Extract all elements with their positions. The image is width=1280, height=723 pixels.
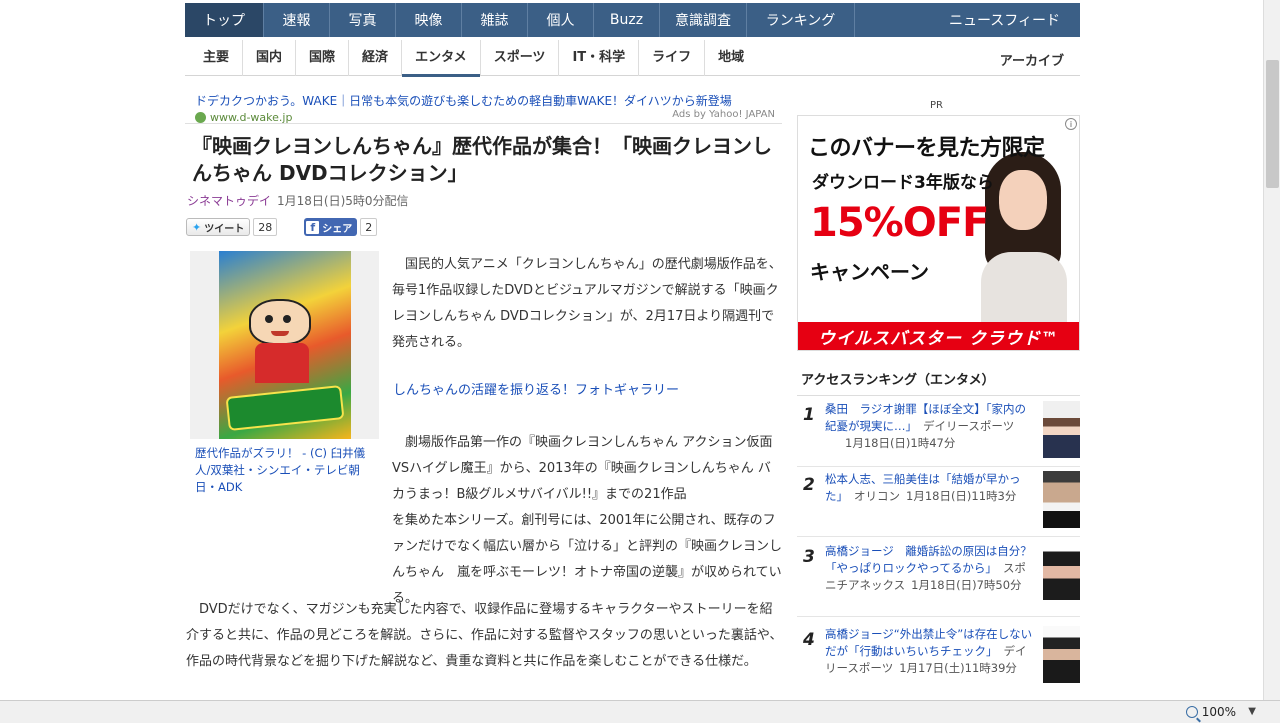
ranking-date: 1月18日(日)7時50分 xyxy=(911,578,1022,592)
gnav-photo[interactable]: 写真 xyxy=(330,3,396,37)
gnav-buzz[interactable]: Buzz xyxy=(594,3,660,37)
article-meta: シネマトゥデイ 1月18日(日)5時0分配信 xyxy=(187,192,409,209)
ranking-text: 松本人志、三船美佳は「結婚が早かった」 オリコン 1月18日(日)11時3分 xyxy=(825,471,1037,505)
sub-nav: 主要 国内 国際 経済 エンタメ スポーツ IT・科学 ライフ 地域 アーカイブ xyxy=(185,39,1080,77)
scrollbar-thumb[interactable] xyxy=(1266,60,1279,188)
ranking-item[interactable]: 4 高橋ジョージ“外出禁止令”は存在しない だが「行動はいちいちチェック」 デイリ… xyxy=(797,622,1080,694)
facebook-share-button[interactable]: f シェア xyxy=(304,218,358,236)
browser-status-bar: 100% ▼ xyxy=(0,700,1280,723)
article-title: 『映画クレヨンしんちゃん』歴代作品が集合！「映画クレヨンしんちゃん DVDコレク… xyxy=(192,134,772,185)
ranking-item[interactable]: 2 松本人志、三船美佳は「結婚が早かった」 オリコン 1月18日(日)11時3分 xyxy=(797,467,1080,537)
banner-ad[interactable]: i このバナーを見た方限定 ダウンロード3年版なら 15%OFF キャンペーン … xyxy=(797,115,1080,351)
article-photo[interactable] xyxy=(190,251,379,439)
magnifier-icon xyxy=(1185,706,1198,718)
snav-life[interactable]: ライフ xyxy=(639,39,706,76)
zoom-level: 100% xyxy=(1201,705,1236,719)
movie-poster-image xyxy=(218,251,351,439)
ranking-item[interactable]: 1 桑田 ラジオ謝罪【ほぼ全文】「家内の紀憂が現実に…」 デイリースポーツ 1月18… xyxy=(797,397,1080,467)
tweet-button[interactable]: ✦ ツイート xyxy=(186,218,251,236)
gnav-magazine[interactable]: 雑誌 xyxy=(462,3,528,37)
ad-link[interactable]: ドデカクつかおう。WAKE｜日常も本気の遊びも楽しむための軽自動車WAKE！ダイ… xyxy=(195,92,775,109)
gnav-survey[interactable]: 意識調査 xyxy=(660,3,747,37)
poster-character-shirt xyxy=(254,343,309,383)
ranking-date: 1月18日(日)11時3分 xyxy=(906,489,1017,503)
facebook-icon: f xyxy=(306,220,320,234)
ranking-source: デイリースポーツ xyxy=(923,419,1015,433)
ranking-title-link[interactable]: 高橋ジョージ 離婚訴訟の原因は自分？「やっぱりロックやってるから」 xyxy=(825,544,1032,575)
article-paragraph-1: 国民的人気アニメ「クレヨンしんちゃん」の歴代劇場版作品を、毎号1作品収録したDV… xyxy=(392,257,782,350)
ranking-thumbnail[interactable] xyxy=(1043,626,1080,683)
share-label: シェア xyxy=(322,223,353,235)
snav-domestic[interactable]: 国内 xyxy=(243,39,297,76)
globe-icon xyxy=(195,112,206,123)
banner-discount: 15%OFF xyxy=(810,200,989,246)
archive-link[interactable]: アーカイブ xyxy=(1000,50,1064,69)
rank-number: 3 xyxy=(803,547,815,567)
ranking-source: オリコン xyxy=(854,489,900,503)
tweet-count: 28 xyxy=(253,218,278,236)
banner-model-body xyxy=(981,252,1067,322)
gnav-ranking[interactable]: ランキング xyxy=(747,3,855,37)
ranking-item[interactable]: 3 高橋ジョージ 離婚訴訟の原因は自分？「やっぱりロックやってるから」 スポニチア… xyxy=(797,539,1080,617)
chevron-down-icon[interactable]: ▼ xyxy=(1248,706,1256,717)
banner-line-2: ダウンロード3年版なら xyxy=(812,173,994,193)
article-paragraph-3: DVDだけでなく、マガジンも充実した内容で、収録作品に登場するキャラクターやスト… xyxy=(186,602,783,669)
banner-model-face xyxy=(999,170,1047,230)
tweet-label: ツイート xyxy=(204,223,245,235)
poster-title-logo xyxy=(225,385,344,431)
ranking-thumbnail[interactable] xyxy=(1043,543,1080,600)
snav-entertainment[interactable]: エンタメ xyxy=(402,39,481,77)
banner-campaign: キャンペーン xyxy=(810,260,929,284)
ranking-text: 高橋ジョージ“外出禁止令”は存在しない だが「行動はいちいちチェック」 デイリース… xyxy=(825,626,1044,677)
snav-main[interactable]: 主要 xyxy=(185,39,244,76)
ranking-thumbnail[interactable] xyxy=(1043,401,1080,458)
snav-sports[interactable]: スポーツ xyxy=(481,39,560,76)
pr-label: PR xyxy=(930,100,943,111)
ranking-text: 桑田 ラジオ謝罪【ほぼ全文】「家内の紀憂が現実に…」 デイリースポーツ 1月18日(… xyxy=(825,401,1037,452)
ad-label[interactable]: Ads by Yahoo! JAPAN xyxy=(672,109,775,120)
ranking-date: 1月17日(土)11時39分 xyxy=(899,661,1017,675)
gnav-top[interactable]: トップ xyxy=(185,3,264,37)
gnav-individual[interactable]: 個人 xyxy=(528,3,594,37)
photo-caption-link[interactable]: 歴代作品がズラリ！ - (C) 臼井儀人/双葉社・シンエイ・テレビ朝日・ADK xyxy=(195,445,375,496)
snav-international[interactable]: 国際 xyxy=(296,39,350,76)
ranking-date: 1月18日(日)1時47分 xyxy=(845,436,956,450)
rank-number: 2 xyxy=(803,475,815,495)
article-source-link[interactable]: シネマトゥデイ xyxy=(187,194,271,208)
banner-footer: ウイルスバスター クラウド™ xyxy=(798,322,1079,350)
snav-it-science[interactable]: IT・科学 xyxy=(559,39,640,76)
gnav-video[interactable]: 映像 xyxy=(396,3,462,37)
twitter-bird-icon: ✦ xyxy=(192,220,202,234)
photo-gallery-link[interactable]: しんちゃんの活躍を振り返る！フォトギャラリー xyxy=(393,379,679,398)
ranking-text: 高橋ジョージ 離婚訴訟の原因は自分？「やっぱりロックやってるから」 スポニチアネッ… xyxy=(825,543,1037,594)
gnav-breaking[interactable]: 速報 xyxy=(264,3,330,37)
global-nav: トップ 速報 写真 映像 雑誌 個人 Buzz 意識調査 ランキング ニュースフ… xyxy=(185,3,1080,37)
social-buttons: ✦ ツイート 28 f シェア 2 xyxy=(186,218,378,236)
text-ad: ドデカクつかおう。WAKE｜日常も本気の遊びも楽しむための軽自動車WAKE！ダイ… xyxy=(195,92,775,124)
banner-line-1: このバナーを見た方限定 xyxy=(808,136,1045,161)
gnav-newsfeed[interactable]: ニュースフィード xyxy=(929,3,1080,37)
rank-number: 4 xyxy=(803,630,815,650)
rank-number: 1 xyxy=(803,405,815,425)
share-count: 2 xyxy=(360,218,378,236)
divider xyxy=(185,123,782,124)
snav-economy[interactable]: 経済 xyxy=(349,39,403,76)
poster-character-face xyxy=(248,299,311,345)
article-paragraph-2: 劇場版作品第一作の『映画クレヨンしんちゃん アクション仮面VSハイグレ魔王』から… xyxy=(392,435,773,502)
vertical-scrollbar[interactable] xyxy=(1263,0,1280,700)
ranking-title: アクセスランキング（エンタメ） xyxy=(797,369,1080,396)
article-date: 1月18日(日)5時0分配信 xyxy=(277,194,409,208)
zoom-control[interactable]: 100% xyxy=(1185,705,1236,719)
snav-region[interactable]: 地域 xyxy=(705,40,757,76)
ranking-thumbnail[interactable] xyxy=(1043,471,1080,528)
ad-info-icon[interactable]: i xyxy=(1065,118,1077,130)
